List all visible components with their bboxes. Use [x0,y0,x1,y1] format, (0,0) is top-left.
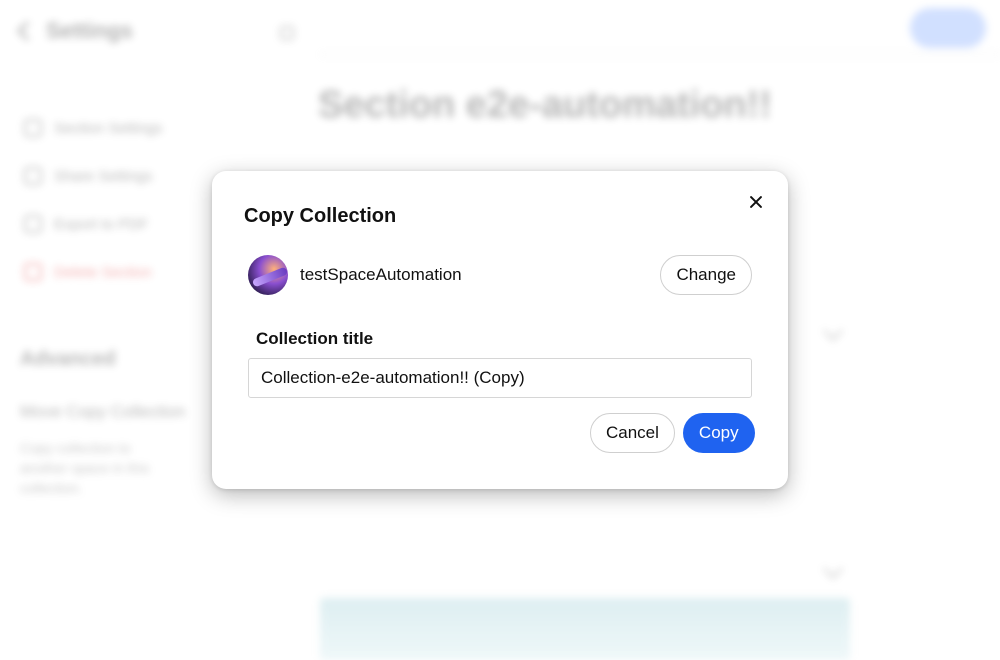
sidebar-item-section-settings: Section Settings [24,104,162,152]
main-page-title: Section e2e-automation!! [318,84,772,126]
sidebar-item-share-settings: Share Settings [24,152,162,200]
settings-icon [24,119,42,137]
collection-title-input[interactable] [248,358,752,398]
copy-collection-dialog: Copy Collection testSpaceAutomation Chan… [212,171,788,489]
sidebar-item-label: Share Settings [54,167,153,185]
back-arrow-icon [17,21,37,41]
trash-icon [24,263,42,281]
sidebar-item-label: Section Settings [54,119,163,137]
space-name: testSpaceAutomation [300,265,462,284]
sidebar-item-delete-section: Delete Section [24,248,162,296]
settings-header: Settings [17,18,133,44]
chevron-down-icon [823,559,843,579]
sidebar-nav: Section Settings Share Settings Export t… [24,104,162,296]
background-primary-button [910,8,986,48]
sidebar-item-label: Export to PDF [54,215,149,233]
sidebar-collapse-icon [280,26,294,40]
collection-title-label: Collection title [256,329,374,348]
space-avatar [248,255,288,295]
cancel-button[interactable]: Cancel [590,413,675,453]
sidebar-item-label: Delete Section [54,263,152,281]
header-divider [320,54,1000,55]
settings-header-title: Settings [46,18,133,43]
chevron-down-icon [823,321,843,341]
advanced-subtitle: Move Copy Collection [20,402,186,421]
pdf-icon [24,215,42,233]
copy-button[interactable]: Copy [682,413,755,453]
destination-space-row: testSpaceAutomation Change [248,255,752,295]
close-icon[interactable] [746,192,766,212]
cover-image [320,598,850,660]
dialog-actions: Cancel Copy [590,413,755,453]
advanced-section-title: Advanced [20,348,116,370]
share-icon [24,167,42,185]
advanced-description: Copy collection to another space in this… [20,440,150,496]
dialog-title: Copy Collection [244,205,397,227]
sidebar-item-export-pdf: Export to PDF [24,200,162,248]
change-space-button[interactable]: Change [660,255,752,295]
